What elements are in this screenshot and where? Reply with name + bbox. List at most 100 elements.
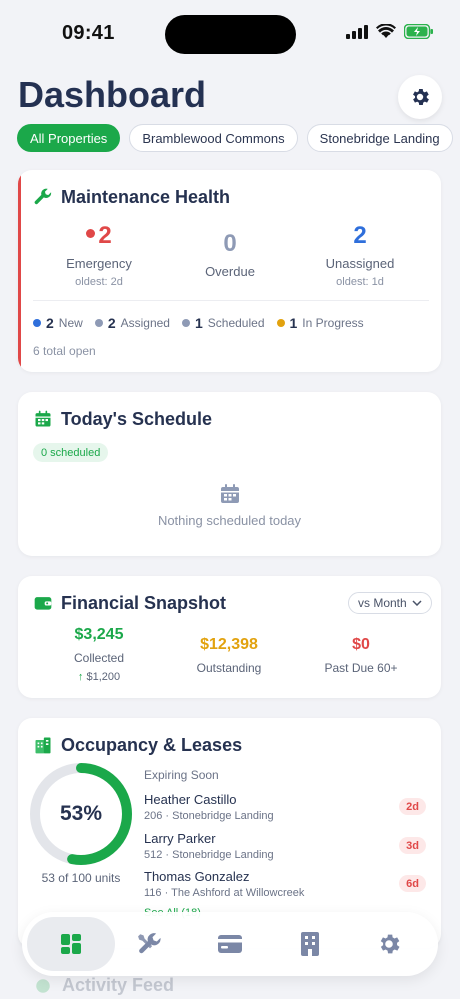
page-title: Dashboard xyxy=(18,74,207,115)
collected-label: Collected xyxy=(73,651,125,665)
occupancy-title: Occupancy & Leases xyxy=(61,735,243,755)
battery-icon xyxy=(404,24,433,39)
status-time: 09:41 xyxy=(62,22,115,44)
wallet-icon xyxy=(34,597,52,610)
status-dot xyxy=(33,319,41,327)
status-bar: 09:41 xyxy=(0,0,460,64)
compare-period-select[interactable]: vs Month xyxy=(348,592,432,614)
past-due-stat[interactable]: $0 Past Due 60+ xyxy=(296,636,426,675)
dynamic-island xyxy=(165,15,296,54)
past-due-label: Past Due 60+ xyxy=(324,661,398,675)
activity-feed-header: Activity Feed xyxy=(34,975,174,996)
maintenance-health-card[interactable]: Maintenance Health 2 Emergency oldest: 2… xyxy=(18,170,441,372)
arrow-up-icon: ↑ xyxy=(77,671,84,683)
wrench-icon xyxy=(34,188,52,205)
schedule-empty-text: Nothing scheduled today xyxy=(157,513,302,528)
bottom-tab-bar xyxy=(22,912,438,976)
emergency-dot xyxy=(86,229,96,239)
chip-stonebridge-landing[interactable]: Stonebridge Landing xyxy=(306,124,453,152)
lease-unit: 116 · The Ashford at Willowcreek xyxy=(144,887,305,899)
lease-item[interactable]: Heather Castillo 206 · Stonebridge Landi… xyxy=(144,792,426,822)
wifi-icon xyxy=(376,24,396,38)
compare-period-value: vs Month xyxy=(358,596,407,610)
lease-item[interactable]: Thomas Gonzalez 116 · The Ashford at Wil… xyxy=(144,869,426,899)
outstanding-label: Outstanding xyxy=(196,661,262,675)
signal-icon xyxy=(346,24,368,39)
overdue-stat[interactable]: 0 Overdue xyxy=(170,230,290,279)
gear-icon xyxy=(380,934,400,954)
lease-days-badge: 6d xyxy=(399,875,426,892)
status-count: 1 xyxy=(289,315,298,331)
gear-icon xyxy=(413,89,429,105)
emergency-count: 2 xyxy=(98,222,112,249)
schedule-title: Today's Schedule xyxy=(61,409,212,429)
tab-payments[interactable] xyxy=(186,917,274,971)
past-due-value: $0 xyxy=(352,636,370,653)
occupancy-ring: 53% xyxy=(29,762,133,866)
lease-unit: 512 · Stonebridge Landing xyxy=(144,849,274,861)
chevron-down-icon xyxy=(412,600,422,606)
tab-dashboard[interactable] xyxy=(27,917,115,971)
status-in-progress[interactable]: 1 In Progress xyxy=(276,315,364,331)
emergency-label: Emergency xyxy=(66,256,132,271)
lease-days-badge: 2d xyxy=(399,798,426,815)
status-label: New xyxy=(58,316,83,330)
lease-tenant: Larry Parker xyxy=(144,831,216,846)
collected-stat[interactable]: $3,245 Collected ↑ $1,200 xyxy=(34,626,164,683)
todays-schedule-card[interactable]: Today's Schedule 0 scheduled Nothing sch… xyxy=(18,392,441,556)
financial-title: Financial Snapshot xyxy=(61,593,227,613)
lease-item[interactable]: Larry Parker 512 · Stonebridge Landing 3… xyxy=(144,831,426,861)
status-count: 2 xyxy=(46,315,54,331)
tools-icon xyxy=(138,933,161,954)
status-count: 2 xyxy=(107,315,116,331)
property-filter-chips: All Properties Bramblewood Commons Stone… xyxy=(17,124,460,154)
activity-title: Activity Feed xyxy=(62,975,175,995)
status-icons xyxy=(346,24,434,39)
scheduled-count-badge: 0 scheduled xyxy=(33,443,109,462)
occupancy-percent: 53% xyxy=(59,802,103,825)
status-assigned[interactable]: 2 Assigned xyxy=(94,315,170,331)
status-breakdown: 2 New 2 Assigned 1 Scheduled 1 In Progre… xyxy=(33,315,364,331)
tab-settings[interactable] xyxy=(345,917,433,971)
settings-button[interactable] xyxy=(398,75,442,119)
status-dot xyxy=(181,319,190,327)
outstanding-value: $12,398 xyxy=(200,636,258,653)
payments-icon xyxy=(218,935,242,953)
lease-unit: 206 · Stonebridge Landing xyxy=(144,810,274,822)
expiring-soon-title: Expiring Soon xyxy=(144,768,219,782)
lease-tenant: Thomas Gonzalez xyxy=(144,869,250,884)
dashboard-icon xyxy=(61,934,81,954)
status-label: Scheduled xyxy=(207,316,265,330)
maintenance-title: Maintenance Health xyxy=(61,187,231,207)
chip-all-properties[interactable]: All Properties xyxy=(17,124,121,152)
unassigned-count: 2 xyxy=(353,222,367,249)
tab-properties[interactable] xyxy=(266,917,354,971)
unassigned-stat[interactable]: 2 Unassigned oldest: 1d xyxy=(300,222,420,288)
status-dot xyxy=(94,319,103,327)
status-new[interactable]: 2 New xyxy=(33,315,83,331)
status-scheduled[interactable]: 1 Scheduled xyxy=(181,315,265,331)
status-dot xyxy=(276,319,285,327)
overdue-count: 0 xyxy=(223,230,237,257)
occupancy-units: 53 of 100 units xyxy=(41,871,121,885)
outstanding-stat[interactable]: $12,398 Outstanding xyxy=(164,636,294,675)
lease-tenant: Heather Castillo xyxy=(144,792,237,807)
empty-calendar-icon xyxy=(221,484,239,503)
status-count: 1 xyxy=(194,315,203,331)
emergency-accent-bar xyxy=(18,170,21,372)
tab-maintenance[interactable] xyxy=(106,917,194,971)
collected-change: ↑ $1,200 xyxy=(34,671,164,683)
status-label: In Progress xyxy=(302,316,364,330)
collected-value: $3,245 xyxy=(74,626,124,643)
overdue-label: Overdue xyxy=(205,264,255,279)
status-label: Assigned xyxy=(120,316,170,330)
unassigned-label: Unassigned xyxy=(325,256,395,271)
building-icon xyxy=(35,737,51,754)
financial-snapshot-card[interactable]: Financial Snapshot vs Month $3,245 Colle… xyxy=(18,576,441,698)
total-open: 6 total open xyxy=(33,344,96,358)
emergency-stat[interactable]: 2 Emergency oldest: 2d xyxy=(39,222,159,288)
emergency-oldest: oldest: 2d xyxy=(75,276,123,288)
chip-bramblewood-commons[interactable]: Bramblewood Commons xyxy=(129,124,298,152)
calendar-icon xyxy=(35,410,51,427)
lease-days-badge: 3d xyxy=(399,837,426,854)
